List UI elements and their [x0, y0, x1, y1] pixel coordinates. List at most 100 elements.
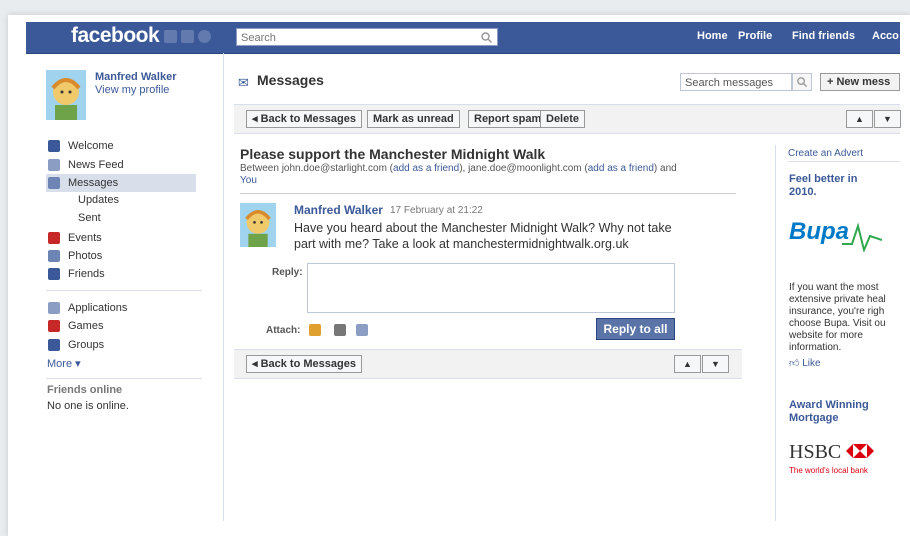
- sidebar-item-games[interactable]: Games: [46, 317, 196, 335]
- ad-body-text: If you want the most extensive private h…: [789, 282, 886, 353]
- avatar-illustration: [240, 203, 276, 247]
- view-profile-link[interactable]: View my profile: [95, 84, 169, 96]
- sidebar-subitem-updates[interactable]: Updates: [78, 194, 119, 206]
- facebook-logo[interactable]: facebook: [71, 24, 160, 48]
- messages-icon: ✉: [238, 75, 249, 90]
- sidebar-divider: [46, 290, 202, 291]
- reply-to-all-button[interactable]: Reply to all: [596, 318, 675, 340]
- ad-like-button[interactable]: 👍︎ Like: [789, 357, 821, 369]
- delete-button[interactable]: Delete: [540, 110, 586, 128]
- you-link[interactable]: You: [240, 175, 257, 186]
- sidebar-item-groups[interactable]: Groups: [46, 336, 196, 354]
- sidebar-item-applications[interactable]: Applications: [46, 299, 196, 317]
- facebook-f-icon: [48, 140, 60, 152]
- notifications-globe-icon[interactable]: [198, 30, 211, 43]
- search-messages-icon[interactable]: [792, 73, 812, 91]
- heartbeat-icon: [842, 222, 882, 252]
- message-icon: [48, 177, 60, 189]
- nav-home[interactable]: Home: [697, 30, 728, 42]
- bupa-logo[interactable]: Bupa: [789, 218, 849, 246]
- messages-bottom-toolbar: ◂ Back to Messages ▲ ▼: [234, 349, 742, 379]
- sidebar-item-label: Applications: [68, 302, 128, 314]
- add-as-friend-link[interactable]: add as a friend: [588, 163, 654, 174]
- like-label: Like: [802, 358, 821, 369]
- mark-as-unread-button[interactable]: Mark as unread: [367, 110, 460, 128]
- sidebar-subitem-sent[interactable]: Sent: [78, 212, 101, 224]
- reply-textarea[interactable]: [307, 263, 675, 313]
- sidebar-item-label: Groups: [68, 339, 105, 351]
- games-icon: [48, 320, 60, 332]
- report-spam-button[interactable]: Report spam: [468, 110, 548, 128]
- next-thread-button[interactable]: ▼: [702, 355, 729, 373]
- ad-title[interactable]: Award Winning Mortgage: [789, 399, 899, 425]
- sidebar-item-label: Messages: [68, 177, 119, 189]
- attach-video-icon[interactable]: [334, 324, 346, 336]
- thread-divider: [240, 193, 736, 194]
- messages-toolbar: ◂ Back to Messages Mark as unread Report…: [234, 104, 901, 134]
- participants-mid: ), jane.doe@moonlight.com (: [459, 163, 588, 174]
- create-advert-link[interactable]: Create an Advert: [788, 148, 863, 159]
- friends-online-heading: Friends online: [47, 384, 123, 396]
- sidebar-divider: [46, 378, 202, 379]
- avatar-illustration: [46, 70, 86, 120]
- search-icon[interactable]: [480, 31, 493, 44]
- nav-find-friends[interactable]: Find friends: [792, 30, 855, 42]
- ad-title[interactable]: Feel better in 2010.: [789, 173, 879, 199]
- top-navigation-bar: facebook Search Home Profile Find friend…: [26, 22, 900, 54]
- previous-thread-button[interactable]: ▲: [846, 110, 873, 128]
- sidebar-item-news-feed[interactable]: News Feed: [46, 156, 196, 174]
- attach-label: Attach:: [266, 325, 301, 336]
- photo-icon: [48, 250, 60, 262]
- sidebar-item-label: News Feed: [68, 159, 124, 171]
- attach-link-icon[interactable]: [356, 324, 368, 336]
- participants-suffix: ) and: [653, 163, 677, 174]
- back-to-messages-button[interactable]: ◂ Back to Messages: [246, 355, 362, 373]
- avatar[interactable]: [46, 70, 86, 120]
- thread-subject: Please support the Manchester Midnight W…: [240, 146, 546, 162]
- participants-prefix: Between john.doe@starlight.com (: [240, 163, 394, 174]
- sidebar-item-label: Games: [68, 320, 104, 332]
- sidebar-item-photos[interactable]: Photos: [46, 247, 196, 265]
- sidebar-item-label: Photos: [68, 250, 103, 262]
- friends-online-status: No one is online.: [47, 400, 129, 412]
- hsbc-hexagon-logo: [846, 444, 874, 458]
- friends-icon: [48, 268, 60, 280]
- sidebar-item-label: Welcome: [68, 140, 114, 152]
- search-placeholder: Search: [241, 32, 276, 44]
- back-to-messages-button[interactable]: ◂ Back to Messages: [246, 110, 362, 128]
- attach-photo-icon[interactable]: [309, 324, 321, 336]
- column-divider: [223, 53, 224, 521]
- ads-separator: [788, 161, 900, 162]
- search-messages-input[interactable]: Search messages: [680, 73, 792, 91]
- message-timestamp: 17 February at 21:22: [390, 205, 483, 216]
- sidebar-item-welcome[interactable]: Welcome: [46, 137, 196, 155]
- messages-jewel-icon[interactable]: [181, 30, 194, 43]
- profile-name[interactable]: Manfred Walker: [95, 71, 177, 83]
- thread-participants: Between john.doe@starlight.com (add as a…: [240, 163, 710, 187]
- new-message-button[interactable]: + New mess: [820, 73, 900, 91]
- sidebar-item-label: Events: [68, 232, 102, 244]
- hsbc-logo-text[interactable]: HSBC: [789, 441, 841, 464]
- sidebar-item-events[interactable]: Events: [46, 229, 196, 247]
- add-as-friend-link[interactable]: add as a friend: [393, 163, 459, 174]
- groups-icon: [48, 339, 60, 351]
- sidebar-item-messages[interactable]: Messages: [46, 174, 196, 192]
- news-feed-icon: [48, 159, 60, 171]
- sidebar-item-friends[interactable]: Friends: [46, 265, 196, 283]
- nav-profile[interactable]: Profile: [738, 30, 772, 42]
- nav-account[interactable]: Acco: [872, 30, 899, 42]
- previous-thread-button[interactable]: ▲: [674, 355, 701, 373]
- search-input[interactable]: Search: [236, 28, 498, 46]
- applications-icon: [48, 302, 60, 314]
- message-body: Have you heard about the Manchester Midn…: [294, 221, 672, 251]
- message-author-avatar[interactable]: [240, 203, 276, 247]
- friend-requests-icon[interactable]: [164, 30, 177, 43]
- message-author[interactable]: Manfred Walker: [294, 203, 383, 217]
- next-thread-button[interactable]: ▼: [874, 110, 901, 128]
- sidebar-more-link[interactable]: More ▾: [47, 357, 81, 370]
- reply-label: Reply:: [272, 267, 303, 278]
- ads-divider: [775, 145, 776, 521]
- sidebar-item-label: Friends: [68, 268, 105, 280]
- thumbs-up-icon: 👍︎: [789, 358, 803, 369]
- hsbc-tagline: The world's local bank: [789, 466, 868, 475]
